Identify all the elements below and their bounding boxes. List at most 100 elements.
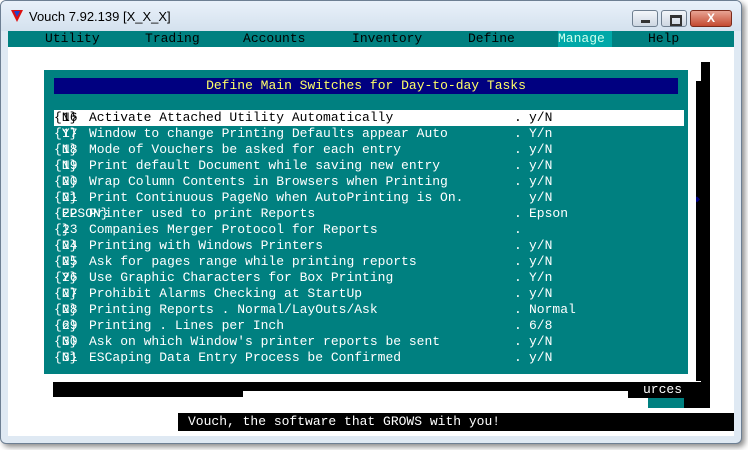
switch-options: y/N (529, 142, 553, 157)
minimize-button[interactable] (632, 10, 658, 27)
switch-description: Mode of Vouchers be asked for each entry (89, 142, 402, 157)
menu-label: tility (52, 31, 100, 46)
menu-hotkey: I (352, 31, 360, 46)
switch-number: 29 (62, 318, 78, 333)
switch-separator: . (514, 270, 522, 285)
switch-description: Ask for pages range while printing repor… (89, 254, 417, 269)
console-screen: Utility Trading Accounts Inventory Defin… (8, 31, 734, 436)
switch-row[interactable]: 22 Printer used to print Reports. Epson {EP… (54, 206, 684, 222)
switch-separator: . (514, 174, 522, 189)
menu-label: Manage (558, 31, 605, 46)
switch-number: 19 (62, 158, 78, 173)
switch-separator: . (514, 142, 522, 157)
switch-description: Printing Reports . Normal/LayOuts/Ask (89, 302, 378, 317)
menu-label: nventory (359, 31, 423, 46)
switch-description: Wrap Column Contents in Browsers when Pr… (89, 174, 448, 189)
switch-number: 30 (62, 334, 78, 349)
switch-row[interactable]: 30 Ask on which Window's printer reports … (54, 334, 684, 350)
background-block (648, 398, 684, 408)
title-bar[interactable]: Vouch 7.92.139 [X_X_X] X (1, 1, 741, 31)
dialog-shadow (53, 381, 243, 397)
switch-description: Use Graphic Characters for Box Printing (89, 270, 394, 285)
switch-number: 31 (62, 350, 78, 365)
switch-row[interactable]: 26 Use Graphic Characters for Box Printin… (54, 270, 684, 286)
switch-row[interactable]: 25 Ask for pages range while printing rep… (54, 254, 684, 270)
switch-row[interactable]: 21 Print Continuous PageNo when AutoPrint… (54, 190, 684, 206)
menu-label: ccounts (250, 31, 306, 46)
switch-separator: . (514, 286, 522, 301)
switch-description: Ask on which Window's printer reports be… (89, 334, 441, 349)
menu-help[interactable]: Help (648, 31, 679, 47)
switch-description: Printing . Lines per Inch (89, 318, 285, 333)
vouch-logo-icon (11, 10, 23, 22)
switch-separator: . (514, 238, 522, 253)
switch-number: 20 (62, 174, 78, 189)
switch-separator: . (514, 318, 522, 333)
switch-row[interactable]: 16 Activate Attached Utility Automaticall… (54, 110, 684, 126)
dialog-shadow (701, 62, 710, 382)
menu-utility[interactable]: Utility (45, 31, 100, 47)
menu-manage[interactable]: Manage (558, 31, 612, 47)
switch-separator: . (514, 334, 522, 349)
switch-number: 17 (62, 126, 78, 141)
switch-options: Y/n (529, 126, 553, 141)
switch-options: y/N (529, 254, 553, 269)
switch-options: y/N (529, 286, 553, 301)
switch-options: y/N (529, 110, 553, 125)
switch-description: Printer used to print Reports (89, 206, 316, 221)
switch-row[interactable]: 29 Printing . Lines per Inch. 6/8 {6} (54, 318, 684, 334)
close-icon: X (706, 11, 715, 25)
switch-row[interactable]: 18 Mode of Vouchers be asked for each ent… (54, 142, 684, 158)
menu-hotkey: A (243, 31, 251, 46)
switch-row[interactable]: 27 Prohibit Alarms Checking at StartUp. y/… (54, 286, 684, 302)
menu-define[interactable]: Define (468, 31, 515, 47)
switch-options: y/N (529, 334, 553, 349)
status-bar: Vouch, the software that GROWS with you! (178, 413, 734, 431)
maximize-button[interactable] (661, 10, 687, 27)
switch-options: 6/8 (529, 318, 553, 333)
switch-row[interactable]: 24 Printing with Windows Printers. y/N {N} (54, 238, 684, 254)
menu-trading[interactable]: Trading (145, 31, 200, 47)
switch-number: 26 (62, 270, 78, 285)
switch-description: Printing with Windows Printers (89, 238, 324, 253)
switch-row[interactable]: 23 Companies Merger Protocol for Reports.… (54, 222, 684, 238)
switch-number: 24 (62, 238, 78, 253)
switch-row[interactable]: 19 Print default Document while saving ne… (54, 158, 684, 174)
switch-options: y/N (529, 238, 553, 253)
switch-number: 18 (62, 142, 78, 157)
switch-separator: . (514, 350, 522, 365)
close-button[interactable]: X (690, 10, 732, 27)
switch-options: y/N (529, 190, 553, 205)
switch-options: y/N (529, 350, 553, 365)
main-switches-dialog: Define Main Switches for Day-to-day Task… (36, 62, 696, 382)
switch-description: Activate Attached Utility Automatically (89, 110, 394, 125)
window-title: Vouch 7.92.139 [X_X_X] (29, 9, 171, 24)
menu-inventory[interactable]: Inventory (352, 31, 422, 47)
status-text: Vouch, the software that GROWS with you! (188, 414, 501, 429)
switch-separator: . (514, 254, 522, 269)
switch-separator: . (514, 158, 522, 173)
menu-bar: Utility Trading Accounts Inventory Defin… (8, 31, 734, 47)
switch-description: Print Continuous PageNo when AutoPrintin… (89, 190, 464, 205)
switch-number: 21 (62, 190, 78, 205)
switch-row[interactable]: 17 Window to change Printing Defaults app… (54, 126, 684, 142)
menu-accounts[interactable]: Accounts (243, 31, 305, 47)
switch-options: Normal (529, 302, 576, 317)
menu-label: rading (152, 31, 200, 46)
dialog-shadow (243, 381, 653, 391)
switch-row[interactable]: 31 ESCaping Data Entry Process be Confirm… (54, 350, 684, 366)
switch-row[interactable]: 20 Wrap Column Contents in Browsers when … (54, 174, 684, 190)
dialog-shadow (696, 81, 702, 381)
switch-options: Epson (529, 206, 569, 221)
switch-separator: . (514, 110, 522, 125)
menu-hotkey: T (145, 31, 153, 46)
switch-row[interactable]: 28 Printing Reports . Normal/LayOuts/Ask.… (54, 302, 684, 318)
app-window: Vouch 7.92.139 [X_X_X] X Utility Trading… (0, 0, 742, 444)
switch-number: 25 (62, 254, 78, 269)
switch-number: 16 (62, 110, 78, 125)
switch-separator: . (514, 126, 522, 141)
switch-number: 23 (62, 222, 78, 237)
switch-options: y/N (529, 174, 553, 189)
switch-description: Prohibit Alarms Checking at StartUp (89, 286, 363, 301)
switch-number: 22 (62, 206, 78, 221)
